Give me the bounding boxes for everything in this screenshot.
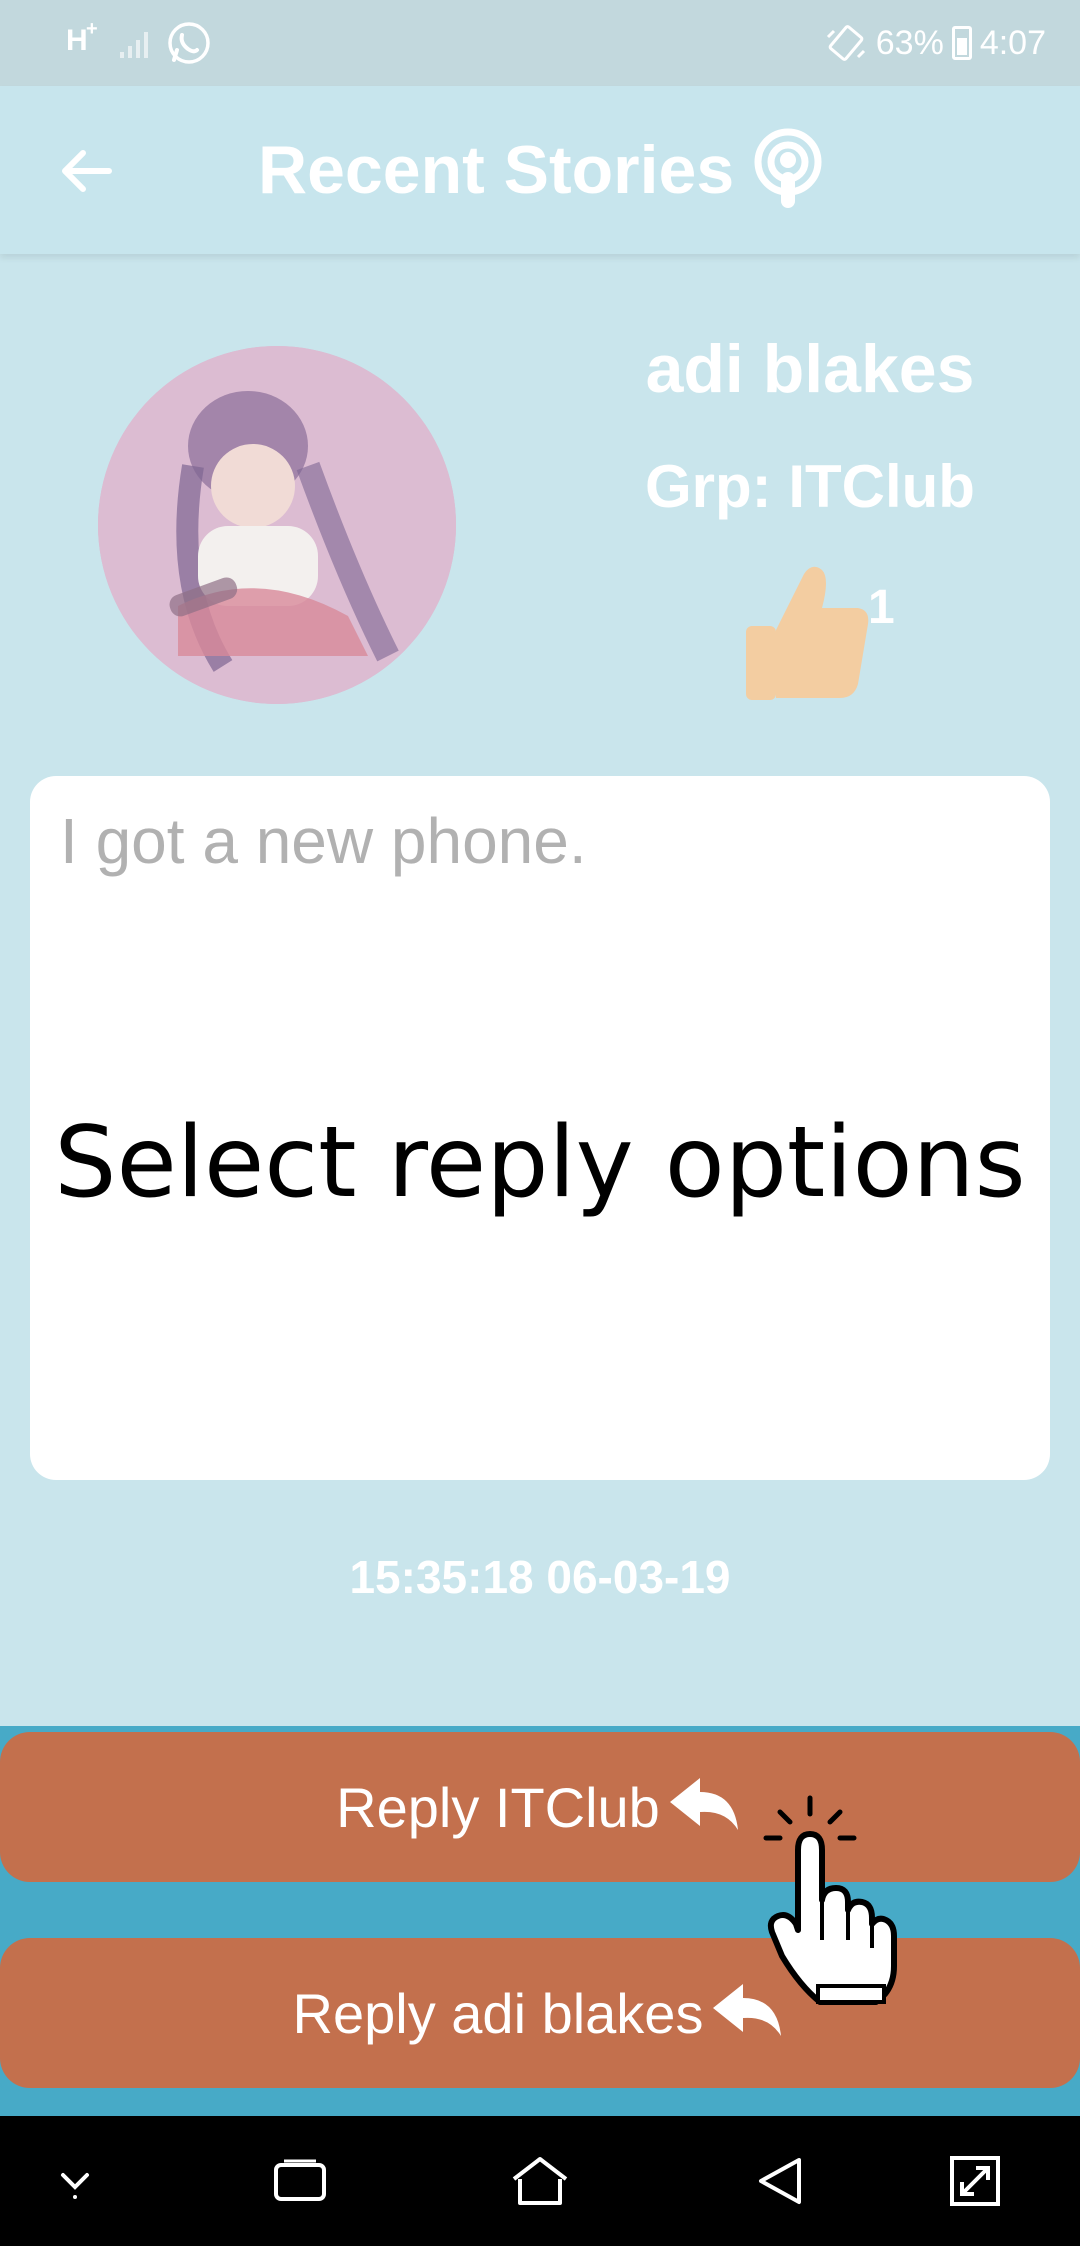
network-plus: + xyxy=(86,18,98,40)
arrow-left-icon xyxy=(62,150,112,192)
back-button[interactable] xyxy=(50,136,120,206)
status-left: H + xyxy=(62,18,212,68)
battery-icon xyxy=(951,26,972,60)
clock: 4:07 xyxy=(979,23,1046,62)
network-h-icon: H + xyxy=(62,18,102,68)
whatsapp-icon xyxy=(168,22,210,64)
navigation-bar xyxy=(0,2116,1080,2246)
screen: H + 63% 4:07 Recent Stories adi blakes G… xyxy=(0,0,1080,2246)
recent-apps-icon[interactable] xyxy=(265,2146,335,2216)
thumbs-up-icon[interactable] xyxy=(742,560,874,704)
reply-group-label: Reply ITClub xyxy=(336,1775,660,1839)
story-timestamp: 15:35:18 06-03-19 xyxy=(349,1551,731,1603)
podcast-icon xyxy=(754,128,822,208)
battery-percent: 63% xyxy=(875,23,944,62)
avatar[interactable] xyxy=(98,346,456,704)
instruction-overlay: Select reply options xyxy=(54,1106,1026,1220)
screen-resize-icon[interactable] xyxy=(940,2146,1010,2216)
chevron-down-icon[interactable] xyxy=(40,2146,110,2216)
app-bar: Recent Stories xyxy=(0,86,1080,254)
group-name: Grp: ITClub xyxy=(645,453,975,520)
user-name: adi blakes xyxy=(645,331,975,407)
story-text: I got a new phone. xyxy=(60,805,587,877)
status-bar: H + 63% 4:07 xyxy=(0,0,1080,86)
tap-hand-icon xyxy=(763,1795,897,2005)
reply-arrow-icon xyxy=(669,1778,738,1830)
reply-group-button[interactable]: Reply ITClub xyxy=(0,1732,1080,1882)
page-title: Recent Stories xyxy=(258,132,735,208)
vibrate-icon xyxy=(826,25,865,61)
like-count: 1 xyxy=(868,581,895,634)
avatar-illustration xyxy=(98,346,456,704)
network-type: H xyxy=(66,24,88,57)
reply-user-button[interactable]: Reply adi blakes xyxy=(0,1938,1080,2088)
reply-user-label: Reply adi blakes xyxy=(292,1981,704,2045)
home-icon[interactable] xyxy=(505,2146,575,2216)
signal-icon xyxy=(120,28,148,58)
status-right: 63% 4:07 xyxy=(824,18,1046,68)
back-icon[interactable] xyxy=(745,2146,815,2216)
